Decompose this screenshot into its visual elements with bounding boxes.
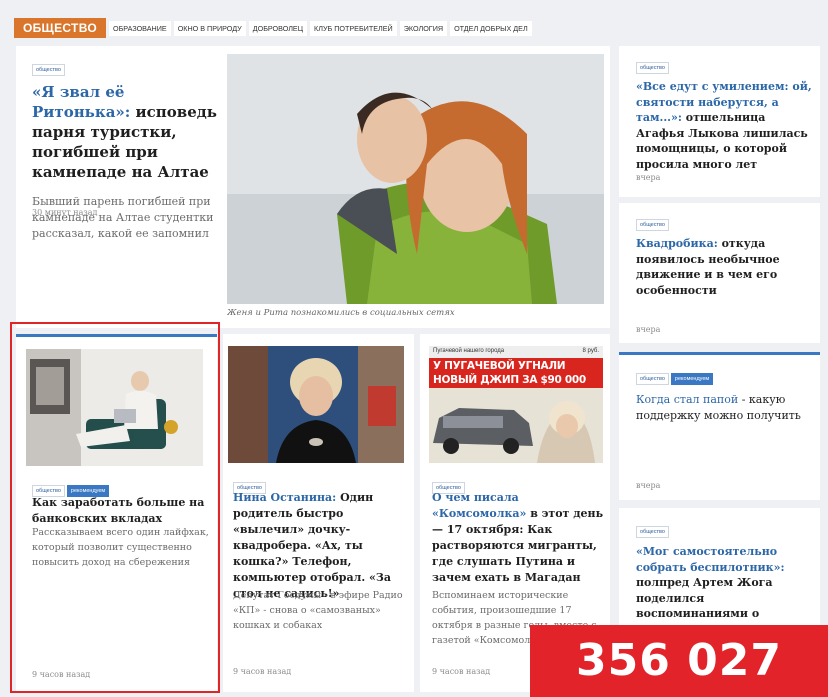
right-time-2: вчера [636,325,661,334]
lead-photo[interactable] [227,54,604,304]
bottom-lead-1: Рассказываем всего один лайфхак, который… [32,527,209,568]
right-headline-3[interactable]: Когда стал папой - какую поддержку можно… [619,385,820,423]
bottom-photo-3[interactable]: Пугачевой нашего города 8 руб. У ПУГАЧЕВО… [429,346,603,463]
nav-item-good-deeds[interactable]: ОТДЕЛ ДОБРЫХ ДЕЛ [450,20,532,36]
bottom-card-1[interactable]: общество рекомендуем Как заработать больш… [16,334,217,692]
right-card-3[interactable]: общество рекомендуем Когда стал папой - к… [619,352,820,500]
right-card-1[interactable]: общество «Все едут с умилением: ой, свят… [619,46,820,197]
tag-society[interactable]: общество [636,219,669,231]
lead-time: 30 минут назад [32,208,98,217]
nav-item-nature[interactable]: ОКНО В ПРИРОДУ [173,20,246,36]
tag-society[interactable]: общество [32,64,65,76]
bottom-card-2[interactable]: общество Нина Останина: Один родитель бы… [223,334,414,692]
bottom-photo-1[interactable] [26,349,203,466]
section-nav: ОБЩЕСТВО ОБРАЗОВАНИЕ ОКНО В ПРИРОДУ ДОБР… [14,17,532,39]
right-time-3: вчера [636,481,661,490]
nav-item-ecology[interactable]: ЭКОЛОГИЯ [399,20,448,36]
nav-item-education[interactable]: ОБРАЗОВАНИЕ [109,20,171,36]
tag-society[interactable]: общество [636,62,669,74]
newspaper-headline: У ПУГАЧЕВОЙ УГНАЛИ НОВЫЙ ДЖИП ЗА $90 000 [429,358,603,388]
newspaper-masthead: Пугачевой нашего города 8 руб. [429,346,603,358]
bottom-lead-2: Депутат Госдумы - в эфире Радио «КП» - с… [233,590,403,631]
lead-summary: Бывший парень погибшей при камнепаде на … [32,195,214,240]
right-headline-2[interactable]: Квадробика: откуда появилось необычное д… [619,231,820,298]
bottom-time-2: 9 часов назад [233,667,292,676]
bottom-time-1: 9 часов назад [32,670,91,679]
nav-item-consumers[interactable]: КЛУБ ПОТРЕБИТЕЛЕЙ [310,20,397,36]
tag-society[interactable]: общество [636,373,669,385]
lead-article-card[interactable]: общество «Я звал её Ритонька»: исповедь … [16,46,227,328]
bottom-photo-2[interactable] [228,346,404,463]
right-card-2[interactable]: общество Квадробика: откуда появилось не… [619,203,820,343]
lead-photo-card[interactable]: Женя и Рита познакомились в социальных с… [227,46,610,328]
view-counter: 356 027 [530,625,828,697]
lead-photo-caption: Женя и Рита познакомились в социальных с… [227,308,455,318]
lead-headline[interactable]: «Я звал её Ритонька»: исповедь парня тур… [16,76,227,182]
nav-item-volunteer[interactable]: ДОБРОВОЛЕЦ [248,20,308,36]
bottom-headline-2[interactable]: Нина Останина: Один родитель быстро «выл… [233,490,411,602]
tag-recommend[interactable]: рекомендуем [670,373,714,385]
bottom-headline-3[interactable]: О чем писала «Комсомолка» в этот день — … [432,490,607,586]
right-headline-1[interactable]: «Все едут с умилением: ой, святости набе… [619,74,820,172]
tag-society[interactable]: общество [636,526,669,538]
right-time-1: вчера [636,173,661,182]
section-badge[interactable]: ОБЩЕСТВО [14,18,106,38]
bottom-time-3: 9 часов назад [432,667,491,676]
bottom-headline-1[interactable]: Как заработать больше на банковских вкла… [32,495,212,527]
